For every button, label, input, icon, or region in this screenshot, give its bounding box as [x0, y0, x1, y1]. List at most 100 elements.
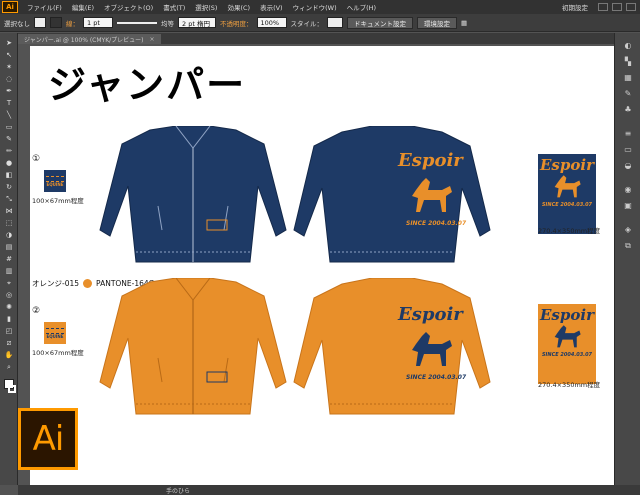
- opacity-label[interactable]: 不透明度：: [220, 18, 253, 28]
- symbols-panel-icon[interactable]: ♣: [622, 105, 634, 115]
- rectangle-tool-icon[interactable]: ▭: [4, 123, 14, 132]
- brushes-panel-icon[interactable]: ✎: [622, 89, 634, 99]
- current-tool-label: 手のひら: [166, 487, 191, 495]
- rotate-tool-icon[interactable]: ↻: [4, 183, 14, 192]
- color-panel-icon[interactable]: ◐: [622, 41, 634, 51]
- artboard[interactable]: ジャンパー ① EQUINE 100×67mm程度 Espoir SINCE 2…: [30, 46, 614, 485]
- back-size-label-1: 270.4×350mm程度: [538, 227, 601, 235]
- arrange-icon[interactable]: ▦: [461, 19, 467, 27]
- stroke-label[interactable]: 線：: [66, 18, 79, 28]
- artboard-tool-icon[interactable]: ◰: [4, 327, 14, 336]
- preview-since: SINCE 2004.03.07: [541, 352, 593, 358]
- zoom-tool-icon[interactable]: ⌕: [4, 363, 14, 372]
- stroke-weight-field[interactable]: 1 pt: [83, 17, 113, 28]
- opacity-field[interactable]: 100%: [256, 17, 287, 28]
- selection-status: 選択なし: [4, 19, 30, 28]
- jacket-front-orange[interactable]: [98, 278, 288, 418]
- preview-title: Espoir: [540, 306, 594, 324]
- column-graph-tool-icon[interactable]: ▮: [4, 315, 14, 324]
- menu-object[interactable]: オブジェクト(O): [99, 2, 158, 12]
- menu-window[interactable]: ウィンドウ(W): [288, 2, 342, 12]
- style-label: スタイル：: [290, 19, 324, 28]
- horse-rider-icon: [412, 178, 452, 212]
- blob-brush-tool-icon[interactable]: ●: [4, 159, 14, 168]
- perspective-grid-tool-icon[interactable]: ▤: [4, 243, 14, 252]
- canvas-area[interactable]: ジャンパー ① EQUINE 100×67mm程度 Espoir SINCE 2…: [18, 44, 614, 485]
- direct-selection-tool-icon[interactable]: ↖: [4, 51, 14, 60]
- free-transform-tool-icon[interactable]: ⬚: [4, 219, 14, 228]
- back-print-title-orange: Espoir: [398, 304, 463, 325]
- app-logo-icon: Ai: [2, 1, 18, 13]
- swatches-panel-icon[interactable]: ▦: [622, 73, 634, 83]
- menu-view[interactable]: 表示(V): [255, 2, 288, 12]
- back-print-since-orange: SINCE 2004.03.07: [406, 374, 467, 381]
- layers-panel-icon[interactable]: ◈: [622, 225, 634, 235]
- mesh-tool-icon[interactable]: #: [4, 255, 14, 264]
- hand-tool-icon[interactable]: ✋: [4, 351, 14, 360]
- selection-tool-icon[interactable]: ➤: [4, 39, 14, 48]
- back-print-preview-navy[interactable]: Espoir SINCE 2004.03.07: [538, 154, 596, 234]
- jacket-back-navy[interactable]: [292, 126, 492, 266]
- minimize-button[interactable]: [598, 3, 608, 11]
- appearance-panel-icon[interactable]: ◉: [622, 185, 634, 195]
- menu-file[interactable]: ファイル(F): [22, 2, 67, 12]
- close-window-button[interactable]: [626, 3, 636, 11]
- shape-builder-tool-icon[interactable]: ◑: [4, 231, 14, 240]
- chest-logo-thumbnail-navy[interactable]: EQUINE: [44, 170, 66, 192]
- stroke-color-icon[interactable]: [8, 385, 16, 393]
- blend-tool-icon[interactable]: ◎: [4, 291, 14, 300]
- magic-wand-tool-icon[interactable]: ✶: [4, 63, 14, 72]
- workspace-switcher[interactable]: 初期設定: [556, 2, 594, 12]
- scale-tool-icon[interactable]: ⤡: [4, 195, 14, 204]
- menu-select[interactable]: 選択(S): [190, 2, 222, 12]
- page-title: ジャンパー: [48, 62, 247, 107]
- eyedropper-tool-icon[interactable]: ⌖: [4, 279, 14, 288]
- control-bar: 選択なし 線： 1 pt 均等 2 pt 楕円 不透明度： 100% スタイル：…: [0, 14, 640, 32]
- document-tab-label: ジャンパー.ai @ 100% (CMYK/プレビュー): [24, 36, 144, 44]
- stroke-style-label[interactable]: 均等: [161, 18, 174, 28]
- chest-logo-thumbnail-orange[interactable]: EQUINE: [44, 322, 66, 344]
- document-setup-button[interactable]: ドキュメント設定: [347, 16, 413, 29]
- type-tool-icon[interactable]: T: [4, 99, 14, 108]
- jacket-back-orange[interactable]: [292, 278, 492, 418]
- document-tab[interactable]: ジャンパー.ai @ 100% (CMYK/プレビュー) ×: [18, 34, 161, 44]
- color-guide-icon[interactable]: ▚: [622, 57, 634, 67]
- menu-effect[interactable]: 効果(C): [222, 2, 255, 12]
- right-panel-dock: ◐ ▚ ▦ ✎ ♣ ≡ ▭ ◒ ◉ ▣ ◈ ⧉: [614, 33, 640, 485]
- horse-rider-icon: [554, 325, 581, 348]
- menu-type[interactable]: 書式(T): [158, 2, 190, 12]
- line-tool-icon[interactable]: ╲: [4, 111, 14, 120]
- artboards-panel-icon[interactable]: ⧉: [622, 241, 634, 251]
- graphic-styles-panel-icon[interactable]: ▣: [622, 201, 634, 211]
- chest-logo-text: EQUINE: [46, 333, 64, 339]
- maximize-button[interactable]: [612, 3, 622, 11]
- stroke-panel-icon[interactable]: ≡: [622, 129, 634, 139]
- stroke-profile-preview[interactable]: [117, 21, 157, 24]
- brush-definition-field[interactable]: 2 pt 楕円: [178, 17, 216, 28]
- status-bar: 手のひら: [18, 485, 640, 495]
- pencil-tool-icon[interactable]: ✏: [4, 147, 14, 156]
- symbol-sprayer-tool-icon[interactable]: ✺: [4, 303, 14, 312]
- transparency-panel-icon[interactable]: ◒: [622, 161, 634, 171]
- slice-tool-icon[interactable]: ⧄: [4, 339, 14, 348]
- menu-edit[interactable]: 編集(E): [67, 2, 99, 12]
- fill-swatch[interactable]: [34, 17, 46, 28]
- gradient-tool-icon[interactable]: ▥: [4, 267, 14, 276]
- gradient-panel-icon[interactable]: ▭: [622, 145, 634, 155]
- horse-rider-icon: [412, 332, 452, 366]
- width-tool-icon[interactable]: ⋈: [4, 207, 14, 216]
- paintbrush-tool-icon[interactable]: ✎: [4, 135, 14, 144]
- menu-help[interactable]: ヘルプ(H): [342, 2, 381, 12]
- lasso-tool-icon[interactable]: ◌: [4, 75, 14, 84]
- pen-tool-icon[interactable]: ✒: [4, 87, 14, 96]
- stroke-swatch[interactable]: [50, 17, 62, 28]
- logo-size-label-1: 100×67mm程度: [32, 197, 84, 205]
- jacket-front-navy[interactable]: [98, 126, 288, 266]
- color-name: オレンジ-015: [32, 279, 80, 288]
- close-icon[interactable]: ×: [150, 36, 155, 43]
- eraser-tool-icon[interactable]: ◧: [4, 171, 14, 180]
- back-print-since-navy: SINCE 2004.03.07: [406, 220, 467, 227]
- back-print-preview-orange[interactable]: Espoir SINCE 2004.03.07: [538, 304, 596, 384]
- preferences-button[interactable]: 環境設定: [417, 16, 457, 29]
- graphic-style-picker[interactable]: [327, 17, 343, 28]
